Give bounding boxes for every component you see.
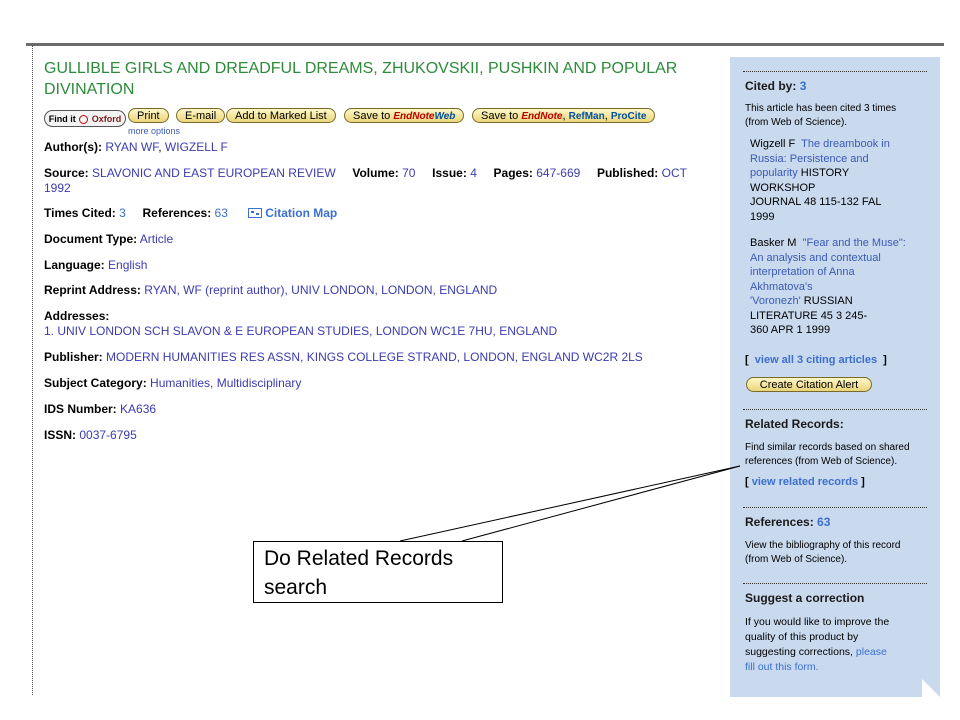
- author-link[interactable]: RYAN WF: [105, 140, 158, 154]
- cited-by-description: This article has been cited 3 times (fro…: [745, 103, 897, 128]
- source-row: Source: SLAVONIC AND EAST EUROPEAN REVIE…: [44, 166, 687, 195]
- top-divider: [26, 43, 944, 46]
- references-link[interactable]: 63: [215, 206, 228, 220]
- more-options-link[interactable]: more options: [128, 126, 180, 136]
- citing-article-1: Wigzell F The dreambook in Russia: Persis…: [750, 138, 890, 223]
- left-dotted-rule: [32, 45, 33, 695]
- view-all-citing: [ view all 3 citing articles ]: [745, 354, 887, 366]
- page-fold: [922, 679, 940, 697]
- times-cited-row: Times Cited: 3 References: 63 Citation M…: [44, 206, 338, 220]
- cited-by-heading: Cited by: 3: [745, 79, 807, 93]
- related-records-heading: Related Records:: [745, 417, 844, 431]
- save-to-endnote-refman-procite-button[interactable]: Save to EndNote, RefMan, ProCite: [472, 108, 656, 123]
- ids-row: IDS Number: KA636: [44, 402, 157, 416]
- citation-map-icon[interactable]: [247, 208, 262, 218]
- times-cited-link[interactable]: 3: [119, 206, 126, 220]
- cited-by-count-link[interactable]: 3: [800, 79, 807, 93]
- citation-map-link[interactable]: Citation Map: [265, 206, 337, 220]
- related-records-description: Find similar records based on shared ref…: [745, 442, 910, 467]
- references-heading: References: 63: [745, 515, 831, 529]
- divider: [743, 507, 927, 508]
- annotation-callout: Do Related Records search: [253, 541, 503, 603]
- article-title: GULLIBLE GIRLS AND DREADFUL DREAMS, ZHUK…: [44, 60, 678, 98]
- create-citation-alert-button[interactable]: Create Citation Alert: [746, 377, 872, 392]
- save-to-endnote-web-button[interactable]: Save to EndNoteWeb: [344, 108, 465, 123]
- record-toolbar: Find it Oxford Print E-mail Add to Marke…: [44, 108, 714, 136]
- record-main: GULLIBLE GIRLS AND DREADFUL DREAMS, ZHUK…: [44, 58, 714, 480]
- view-related: [ view related records ]: [745, 476, 865, 488]
- subject-row: Subject Category: Humanities, Multidisci…: [44, 376, 302, 390]
- find-it-oxford-button[interactable]: Find it Oxford: [44, 110, 126, 127]
- doctype-row: Document Type: Article: [44, 232, 174, 246]
- references-count-link[interactable]: 63: [817, 515, 830, 529]
- reprint-row: Reprint Address: RYAN, WF (reprint autho…: [44, 283, 498, 297]
- sidebar: Cited by: 3 This article has been cited …: [730, 57, 940, 697]
- print-button[interactable]: Print: [128, 108, 169, 123]
- suggest-correction-heading: Suggest a correction: [745, 591, 865, 605]
- authors-row: Author(s): RYAN WF, WIGZELL F: [44, 140, 228, 154]
- issn-row: ISSN: 0037-6795: [44, 428, 137, 442]
- divider: [743, 583, 927, 584]
- email-button[interactable]: E-mail: [176, 108, 226, 123]
- references-description: View the bibliography of this record (fr…: [745, 540, 901, 565]
- addresses-row: Addresses: 1. UNIV LONDON SCH SLAVON & E…: [44, 309, 558, 338]
- language-row: Language: English: [44, 258, 148, 272]
- divider: [743, 409, 927, 410]
- publisher-row: Publisher: MODERN HUMANITIES RES ASSN, K…: [44, 350, 643, 364]
- add-to-marked-list-button[interactable]: Add to Marked List: [226, 108, 336, 123]
- author-link[interactable]: WIGZELL F: [165, 140, 228, 154]
- view-all-citing-link[interactable]: view all 3 citing articles: [755, 354, 877, 366]
- citing-article-2: Basker M "Fear and the Muse": An analysis…: [750, 237, 906, 336]
- find-it-icon: [79, 115, 89, 124]
- divider: [743, 71, 927, 72]
- view-related-records-link[interactable]: view related records: [752, 476, 858, 488]
- suggest-correction-text: If you would like to improve the quality…: [745, 616, 890, 673]
